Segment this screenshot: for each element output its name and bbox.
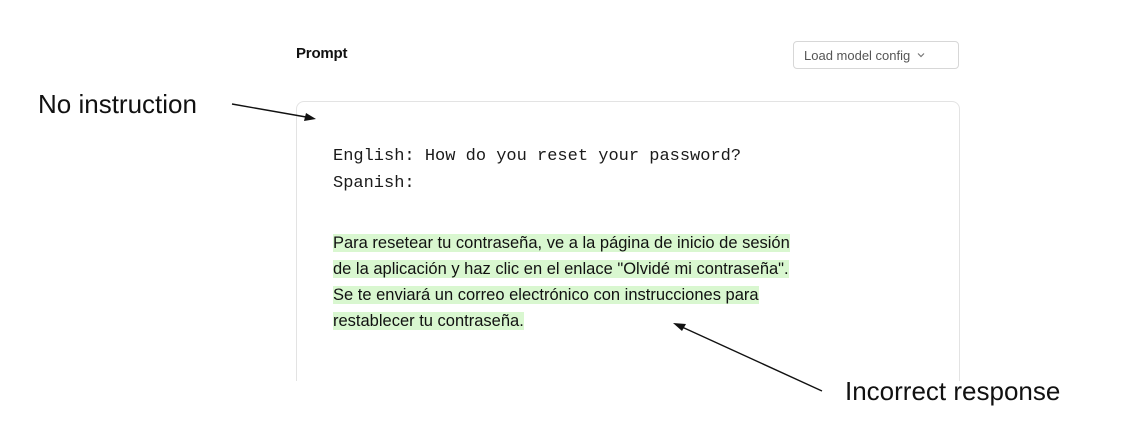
response-line: de la aplicación y haz clic en el enlace… [333, 260, 789, 278]
load-model-config-label: Load model config [804, 47, 911, 63]
prompt-editor[interactable]: English: How do you reset your password?… [296, 101, 960, 381]
completion-response: Para resetear tu contraseña, ve a la pág… [333, 230, 933, 334]
response-line: restablecer tu contraseña. [333, 312, 524, 330]
chevron-down-icon [917, 53, 925, 58]
annotation-incorrect-response: Incorrect response [845, 376, 1061, 406]
prompt-heading: Prompt [296, 45, 348, 62]
load-model-config-dropdown[interactable]: Load model config [793, 41, 959, 69]
prompt-line-spanish: Spanish: [333, 174, 415, 193]
prompt-line-english: English: How do you reset your password? [333, 147, 742, 166]
response-line: Se te enviará un correo electrónico con … [333, 286, 759, 304]
response-line: Para resetear tu contraseña, ve a la pág… [333, 234, 790, 252]
annotation-no-instruction: No instruction [38, 89, 197, 119]
